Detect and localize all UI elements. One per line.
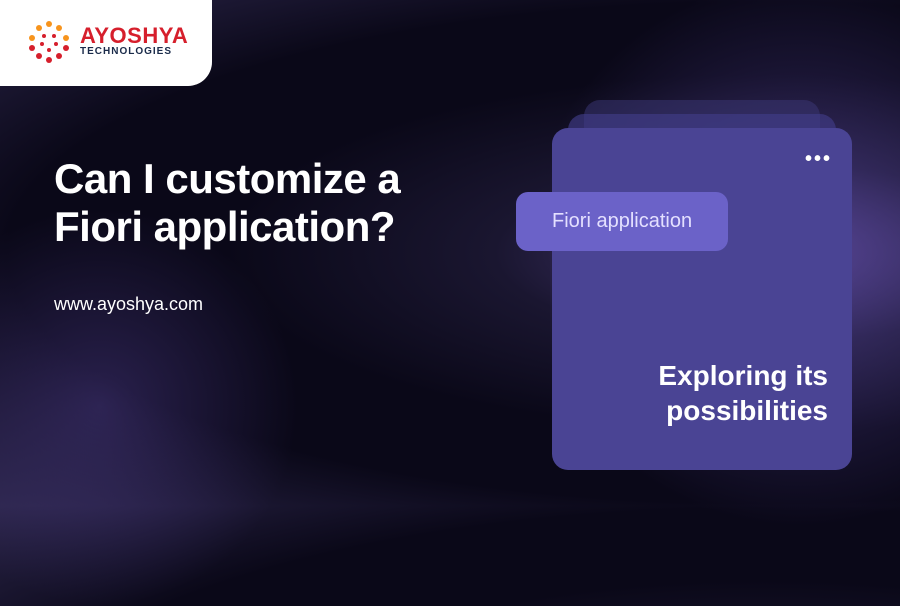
card-stack: ••• Fiori application Exploring its poss…: [552, 100, 852, 470]
more-icon: •••: [805, 148, 832, 171]
pill-label: Fiori application: [516, 192, 728, 251]
logo-icon: [24, 16, 74, 66]
headline: Can I customize a Fiori application?: [54, 155, 494, 252]
website-url: www.ayoshya.com: [54, 294, 494, 315]
content-left: Can I customize a Fiori application? www…: [54, 155, 494, 315]
logo-subtext: TECHNOLOGIES: [80, 47, 188, 57]
card-body-line2: possibilities: [658, 393, 828, 428]
card-body-line1: Exploring its: [658, 358, 828, 393]
logo: AYOSHYA TECHNOLOGIES: [24, 16, 188, 66]
card-body-text: Exploring its possibilities: [658, 358, 828, 428]
logo-text: AYOSHYA TECHNOLOGIES: [80, 25, 188, 57]
card-front: ••• Fiori application Exploring its poss…: [552, 128, 852, 470]
logo-brand: AYOSHYA: [80, 25, 188, 47]
logo-container: AYOSHYA TECHNOLOGIES: [0, 0, 212, 86]
